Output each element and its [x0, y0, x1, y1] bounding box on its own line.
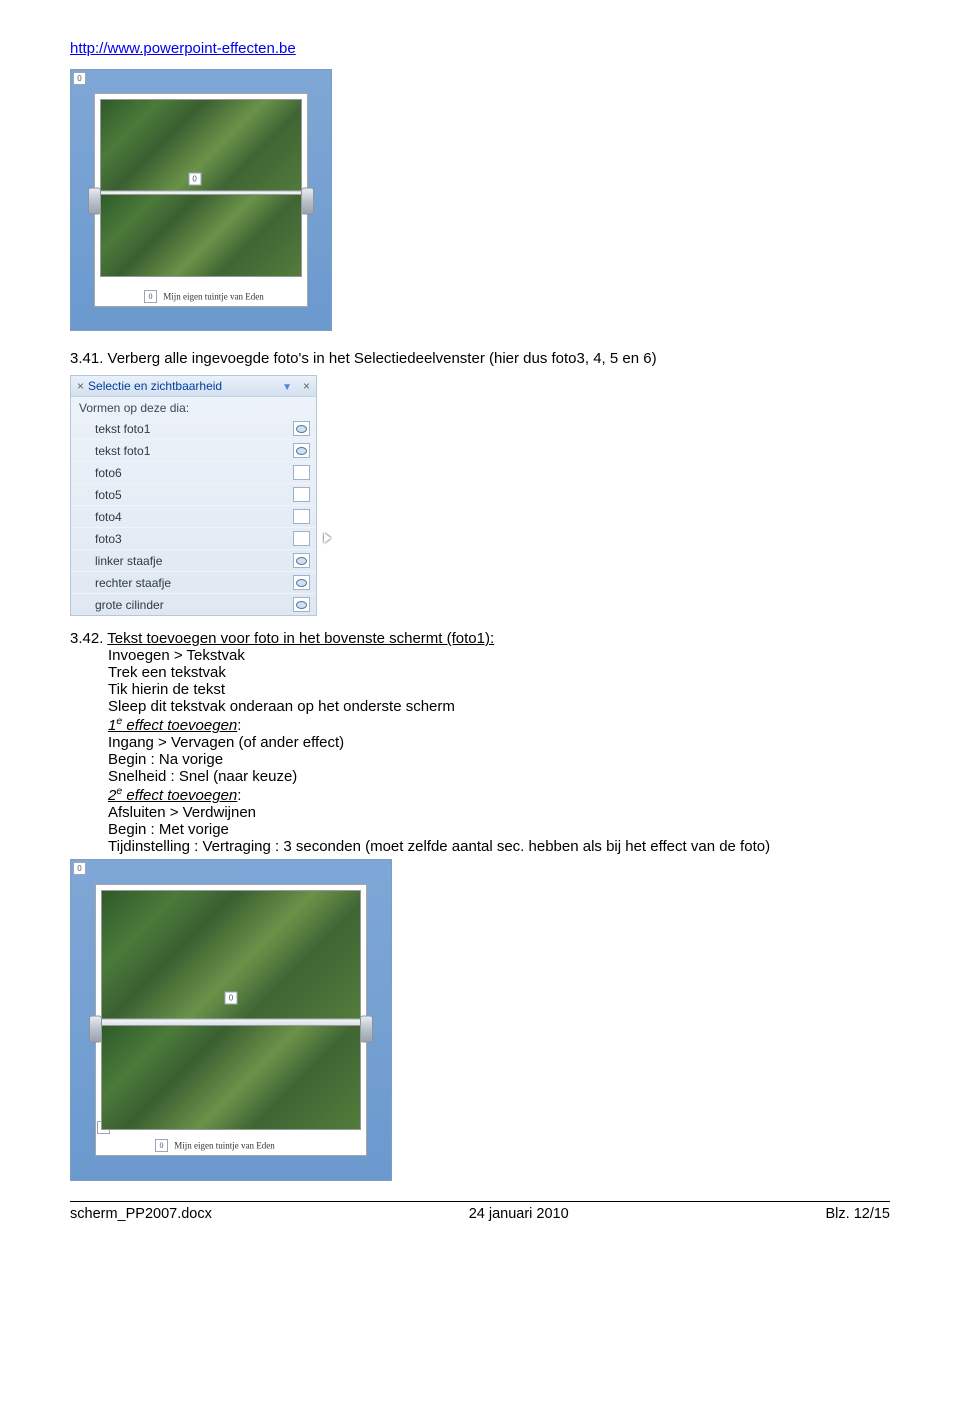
selection-item[interactable]: tekst foto1	[71, 439, 316, 461]
selection-item[interactable]: foto4	[71, 505, 316, 527]
handle-zero: 0	[144, 290, 157, 303]
para-3-41: 3.41. Verberg alle ingevoegde foto's in …	[70, 349, 890, 369]
selection-item[interactable]: linker staafje	[71, 549, 316, 571]
slide-photo-bottom	[100, 194, 302, 277]
handle-zero: 0	[155, 1139, 168, 1152]
slide-photo-bottom	[101, 1025, 361, 1130]
visibility-toggle[interactable]	[293, 553, 310, 568]
visibility-toggle[interactable]	[293, 509, 310, 524]
selection-item-label: grote cilinder	[95, 598, 164, 612]
selection-pane-title: × Selectie en zichtbaarheid ▼ ×	[71, 376, 316, 397]
instruction-line: Tijdinstelling : Vertraging : 3 seconden…	[108, 838, 890, 855]
selection-item[interactable]: foto3	[71, 527, 316, 549]
instruction-line: Afsluiten > Verdwijnen	[108, 804, 890, 821]
slide-canvas: 0 0 0 Mijn eigen tuintje van Eden	[95, 884, 367, 1156]
effect1-label: 1e effect toevoegen:	[108, 715, 890, 734]
visibility-toggle[interactable]	[293, 465, 310, 480]
visibility-toggle[interactable]	[293, 531, 310, 546]
selection-item-label: foto4	[95, 510, 122, 524]
visibility-toggle[interactable]	[293, 421, 310, 436]
pane-title-text: Selectie en zichtbaarheid	[88, 379, 222, 393]
illustration-frame-1: 0 0 0 Mijn eigen tuintje van Eden	[70, 69, 332, 331]
selection-item[interactable]: tekst foto1	[71, 417, 316, 439]
pane-options-dropdown[interactable]: ▼	[282, 382, 293, 393]
instruction-line: Begin : Na vorige	[108, 751, 890, 768]
instruction-line: Begin : Met vorige	[108, 821, 890, 838]
selection-item-label: rechter staafje	[95, 576, 171, 590]
visibility-toggle[interactable]	[293, 487, 310, 502]
selection-item-label: tekst foto1	[95, 422, 150, 436]
illustration-frame-2: 0 0 0 0 Mijn eigen tuintje van Eden	[70, 859, 392, 1181]
selection-item-label: foto5	[95, 488, 122, 502]
selection-item[interactable]: grote cilinder	[71, 593, 316, 615]
visibility-toggle[interactable]	[293, 597, 310, 612]
handle-zero: 0	[225, 992, 238, 1005]
instruction-line: Snelheid : Snel (naar keuze)	[108, 768, 890, 785]
footer-center: 24 januari 2010	[469, 1206, 569, 1222]
para-3-42-title: 3.42. Tekst toevoegen voor foto in het b…	[70, 630, 890, 647]
footer-left: scherm_PP2007.docx	[70, 1206, 212, 1222]
visibility-toggle[interactable]	[293, 575, 310, 590]
instruction-line: Invoegen > Tekstvak	[108, 647, 890, 664]
selection-item-label: linker staafje	[95, 554, 162, 568]
selection-item[interactable]: foto5	[71, 483, 316, 505]
footer-right: Blz. 12/15	[826, 1206, 891, 1222]
instruction-line: Tik hierin de tekst	[108, 681, 890, 698]
handle-zero: 0	[188, 172, 201, 185]
selection-item[interactable]: foto6	[71, 461, 316, 483]
visibility-toggle[interactable]	[293, 443, 310, 458]
selection-item-label: foto6	[95, 466, 122, 480]
slide-caption: 0 Mijn eigen tuintje van Eden	[155, 1139, 275, 1152]
selection-pane: × Selectie en zichtbaarheid ▼ × Vormen o…	[70, 375, 317, 616]
instruction-line: Sleep dit tekstvak onderaan op het onder…	[108, 698, 890, 715]
selection-item[interactable]: rechter staafje	[71, 571, 316, 593]
selection-item-label: tekst foto1	[95, 444, 150, 458]
instruction-line: Ingang > Vervagen (of ander effect)	[108, 734, 890, 751]
instruction-line: Trek een tekstvak	[108, 664, 890, 681]
effect2-label: 2e effect toevoegen:	[108, 785, 890, 804]
slide-canvas: 0 0 Mijn eigen tuintje van Eden	[94, 93, 308, 307]
header-url[interactable]: http://www.powerpoint-effecten.be	[70, 40, 296, 57]
pane-close-inner[interactable]: ×	[303, 379, 310, 393]
pane-subtitle: Vormen op deze dia:	[71, 397, 316, 417]
selection-item-label: foto3	[95, 532, 122, 546]
handle-zero: 0	[73, 862, 86, 875]
page-footer: scherm_PP2007.docx 24 januari 2010 Blz. …	[70, 1201, 890, 1222]
slide-caption: 0 Mijn eigen tuintje van Eden	[144, 290, 264, 303]
pane-close-outer[interactable]: ×	[77, 379, 84, 393]
handle-zero: 0	[73, 72, 86, 85]
